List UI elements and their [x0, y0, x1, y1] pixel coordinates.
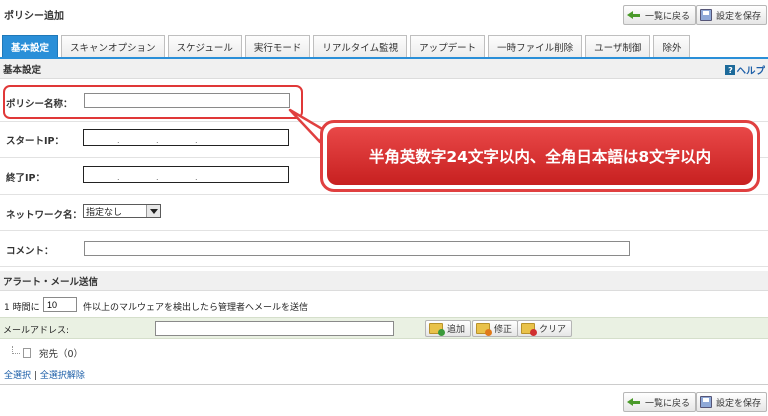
save-settings-button[interactable]: 設定を保存 [696, 5, 768, 25]
help-icon: ? [725, 65, 736, 75]
network-select[interactable]: 指定なし [83, 204, 161, 218]
network-label: ネットワーク名： [6, 210, 83, 221]
page-title: ポリシー追加 [4, 11, 64, 22]
back-arrow-icon [627, 9, 641, 21]
add-folder-icon [429, 323, 445, 336]
tab-user-control[interactable]: ユーザ制御 [585, 35, 651, 57]
back-to-list-button[interactable]: 一覧に戻る [623, 5, 697, 25]
select-all-link[interactable]: 全選択 [4, 371, 31, 381]
tab-update[interactable]: アップデート [410, 35, 486, 57]
comment-row: コメント： [0, 231, 768, 267]
top-toolbar: ポリシー追加 一覧に戻る 設定を保存 [0, 0, 768, 34]
policy-name-highlight [3, 85, 303, 119]
alert-threshold-row: 1 時間に 件以上のマルウェアを検出したら管理者へメールを送信 [0, 293, 768, 317]
tab-exclusion[interactable]: 除外 [653, 35, 691, 57]
email-input[interactable] [155, 321, 394, 336]
back-arrow-icon [627, 396, 641, 408]
tab-schedule[interactable]: スケジュール [167, 35, 242, 57]
edit-folder-icon [476, 323, 492, 336]
basic-settings-header: 基本設定 ? ヘルプ [0, 59, 768, 79]
callout-text: 半角英数字24文字以内、全角日本語は8文字以内 [327, 127, 753, 185]
tree-line-icon [12, 346, 20, 354]
tab-basic[interactable]: 基本設定 [2, 35, 59, 57]
tab-realtime-monitoring[interactable]: リアルタイム監視 [313, 35, 408, 57]
network-row: ネットワーク名： 指定なし [0, 195, 768, 231]
tab-scan-options[interactable]: スキャンオプション [61, 35, 165, 57]
recipients-tree[interactable]: 宛先（0） [12, 346, 83, 360]
deselect-all-link[interactable]: 全選択解除 [40, 371, 85, 381]
edit-email-button[interactable]: 修正 [472, 320, 519, 337]
clear-folder-icon [521, 323, 537, 336]
comment-label: コメント： [6, 246, 54, 257]
back-to-list-button-bottom[interactable]: 一覧に戻る [623, 392, 697, 412]
save-icon [700, 396, 712, 408]
alert-section-header: アラート・メール送信 [0, 271, 768, 291]
tab-temp-file-delete[interactable]: 一時ファイル削除 [488, 35, 583, 57]
chevron-down-icon [146, 205, 160, 217]
clear-email-button[interactable]: クリア [517, 320, 573, 337]
end-ip-input[interactable]: . . . [83, 166, 289, 183]
select-links: 全選択 | 全選択解除 [4, 371, 85, 381]
tab-bar: 基本設定 スキャンオプション スケジュール 実行モード リアルタイム監視 アップ… [2, 35, 693, 57]
recipients-label: 宛先（0） [39, 349, 84, 360]
save-icon [700, 9, 712, 21]
bottom-toolbar: 一覧に戻る 設定を保存 [0, 384, 768, 416]
add-email-button[interactable]: 追加 [425, 320, 472, 337]
start-ip-label: スタートIP： [6, 136, 64, 147]
document-icon [23, 348, 31, 358]
tab-execution-mode[interactable]: 実行モード [244, 35, 311, 57]
save-settings-button-bottom[interactable]: 設定を保存 [696, 392, 768, 412]
start-ip-input[interactable]: . . . [83, 129, 289, 146]
help-link[interactable]: ? ヘルプ [725, 63, 765, 77]
callout-box: 半角英数字24文字以内、全角日本語は8文字以内 [320, 120, 760, 192]
end-ip-label: 終了IP： [6, 173, 45, 184]
email-row: メールアドレス: 追加 修正 クリア [0, 317, 768, 339]
alert-count-input[interactable] [43, 297, 77, 312]
comment-input[interactable] [84, 241, 630, 256]
email-label: メールアドレス: [3, 326, 70, 336]
